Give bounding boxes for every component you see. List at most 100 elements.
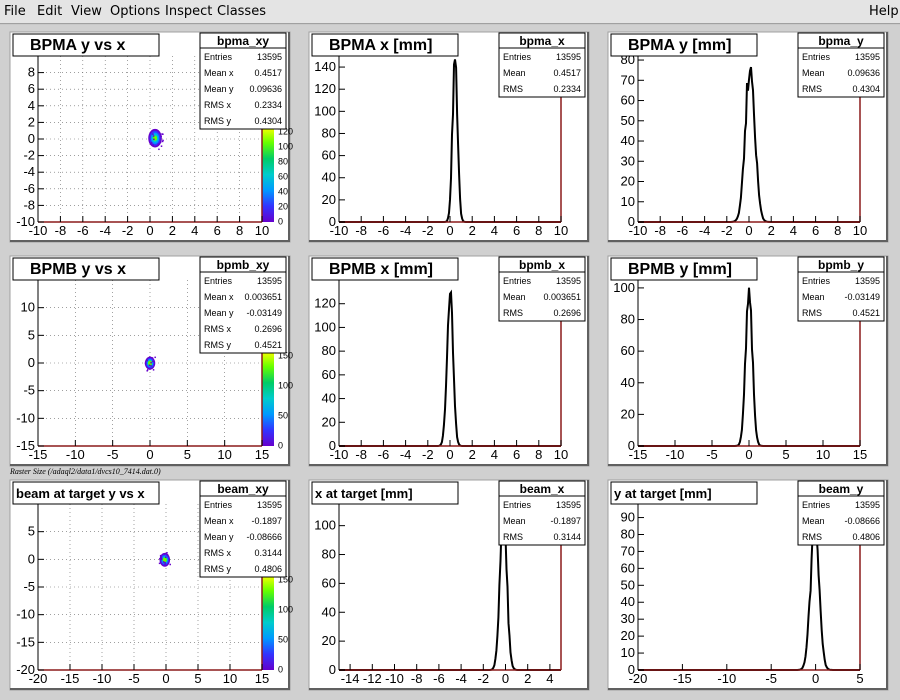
stats-value: -0.08666	[844, 516, 880, 526]
y-tick-label: 10	[21, 300, 35, 315]
y-tick-label: 70	[621, 72, 635, 87]
pad-beam-y[interactable]: -20 -15 -10 -5 0 50102030405060708090y at tar…	[607, 479, 889, 691]
menu-inspect[interactable]: Inspect	[165, 4, 212, 19]
pad-bpma-x[interactable]: -10 -8 -6 -4 -2 0 2 4 6 8 10020406080100120140BPMA…	[308, 31, 590, 243]
pad-bpma-y[interactable]: -10 -8 -6 -4 -2 0 2 4 6 8 1001020304050607080BPMA …	[607, 31, 889, 243]
palette-label: 0	[278, 441, 283, 451]
palette-label: 40	[278, 186, 288, 196]
raster-size-label: Raster Size (/adaql2/data1/dvcs10_7414.d…	[10, 467, 161, 476]
heatmap-cell	[169, 563, 171, 566]
heatmap-cell	[154, 356, 156, 359]
stats-label: Mean	[802, 292, 825, 302]
menu-help[interactable]: Help	[869, 4, 899, 19]
x-tick-label: -5	[107, 447, 119, 462]
y-tick-label: -15	[16, 438, 35, 453]
heatmap-cell	[159, 141, 162, 143]
stats-name: bpmb_y	[818, 258, 864, 272]
color-palette	[262, 351, 274, 446]
y-tick-label: -15	[16, 634, 35, 649]
heatmap-cell	[164, 563, 166, 565]
stats-value: 0.4304	[852, 84, 880, 94]
x-tick-label: 5	[782, 447, 789, 462]
x-tick-label: -15	[61, 671, 80, 686]
stats-value: 0.4521	[254, 340, 282, 350]
y-tick-label: 0	[628, 662, 635, 677]
x-tick-label: 4	[491, 223, 498, 238]
stats-label: RMS y	[204, 564, 232, 574]
palette-label: 80	[278, 156, 288, 166]
stats-value: 0.003651	[543, 292, 581, 302]
x-tick-label: -8	[55, 223, 67, 238]
menu-options[interactable]: Options	[110, 4, 160, 19]
heatmap-cell	[144, 362, 147, 365]
y-tick-label: 0	[28, 355, 35, 370]
x-tick-label: 8	[834, 223, 841, 238]
x-tick-label: -10	[717, 671, 736, 686]
stats-value: 13595	[855, 276, 880, 286]
x-tick-label: -4	[455, 671, 467, 686]
pad-bpmb-yx[interactable]: 050100150-15 -10 -5 0 5 10 15-15-10-50510BPMB …	[9, 255, 293, 467]
y-tick-label: 40	[621, 594, 635, 609]
x-tick-label: 10	[223, 671, 237, 686]
pad-beam-x[interactable]: -14 -12 -10 -8 -6 -4 -2 0 2 4020406080100x at tar…	[308, 479, 590, 691]
pad-title: x at target [mm]	[315, 486, 413, 501]
pad-title: BPMB y vs x	[30, 261, 126, 278]
stats-name: beam_xy	[217, 482, 269, 496]
y-tick-label: 40	[322, 170, 336, 185]
stats-label: Entries	[503, 500, 532, 510]
stats-value: 13595	[257, 52, 282, 62]
x-tick-label: -14	[341, 671, 360, 686]
stats-value: 13595	[257, 500, 282, 510]
heatmap-cell	[152, 369, 155, 371]
stats-label: Mean x	[204, 292, 234, 302]
stats-name: beam_x	[520, 482, 565, 496]
stats-name: bpmb_xy	[217, 258, 270, 272]
x-tick-label: 0	[745, 447, 752, 462]
x-tick-label: 15	[255, 671, 269, 686]
stats-label: Entries	[204, 276, 233, 286]
x-tick-label: 2	[469, 223, 476, 238]
x-tick-label: 8	[535, 447, 542, 462]
y-tick-label: 0	[628, 438, 635, 453]
pad-beam-yx[interactable]: 050100150-20 -15 -10 -5 0 5 10 15-20-15-10-505b…	[9, 479, 293, 691]
menu-file[interactable]: File	[4, 4, 26, 19]
x-tick-label: -8	[654, 223, 666, 238]
palette-label: 100	[278, 380, 293, 390]
x-tick-label: 10	[816, 447, 830, 462]
stats-value: -0.03149	[844, 292, 880, 302]
stats-label: RMS y	[204, 116, 232, 126]
heatmap-cell	[152, 135, 155, 137]
pad-bpmb-y[interactable]: -15 -10 -5 0 5 10 15020406080100BPMB y [mm] bpm…	[607, 255, 889, 467]
stats-label: Mean	[802, 516, 825, 526]
pad-bpmb-x[interactable]: -10 -8 -6 -4 -2 0 2 4 6 8 10020406080100120BPMB x …	[308, 255, 590, 467]
x-tick-label: 6	[513, 223, 520, 238]
stats-value: 0.2696	[553, 308, 581, 318]
pad-bpma-yx[interactable]: 020406080100120-10 -8 -6 -4 -2 0 2 4 6 8 10-10-8-6…	[9, 31, 293, 243]
x-tick-label: -10	[93, 671, 112, 686]
y-tick-label: 90	[621, 510, 635, 525]
stats-label: RMS	[503, 308, 523, 318]
stats-label: Mean	[503, 68, 526, 78]
stats-value: 13595	[257, 276, 282, 286]
heatmap-cell	[161, 133, 163, 135]
pad-title: y at target [mm]	[614, 486, 712, 501]
heatmap-cell	[160, 556, 162, 558]
y-tick-label: 0	[28, 131, 35, 146]
x-tick-label: -5	[128, 671, 140, 686]
stats-name: bpmb_x	[519, 258, 565, 272]
y-tick-label: 20	[621, 174, 635, 189]
y-tick-label: 140	[314, 59, 336, 74]
y-tick-label: 80	[322, 125, 336, 140]
x-tick-label: 10	[255, 223, 269, 238]
y-tick-label: 20	[322, 633, 336, 648]
menu-classes[interactable]: Classes	[217, 4, 266, 19]
x-tick-label: 8	[236, 223, 243, 238]
palette-label: 60	[278, 171, 288, 181]
menu-edit[interactable]: Edit	[37, 4, 62, 19]
y-tick-label: 100	[314, 319, 336, 334]
stats-value: 13595	[556, 276, 581, 286]
menu-view[interactable]: View	[71, 4, 102, 19]
stats-value: 0.2334	[254, 100, 282, 110]
stats-label: RMS x	[204, 100, 232, 110]
stats-label: Mean	[503, 516, 526, 526]
